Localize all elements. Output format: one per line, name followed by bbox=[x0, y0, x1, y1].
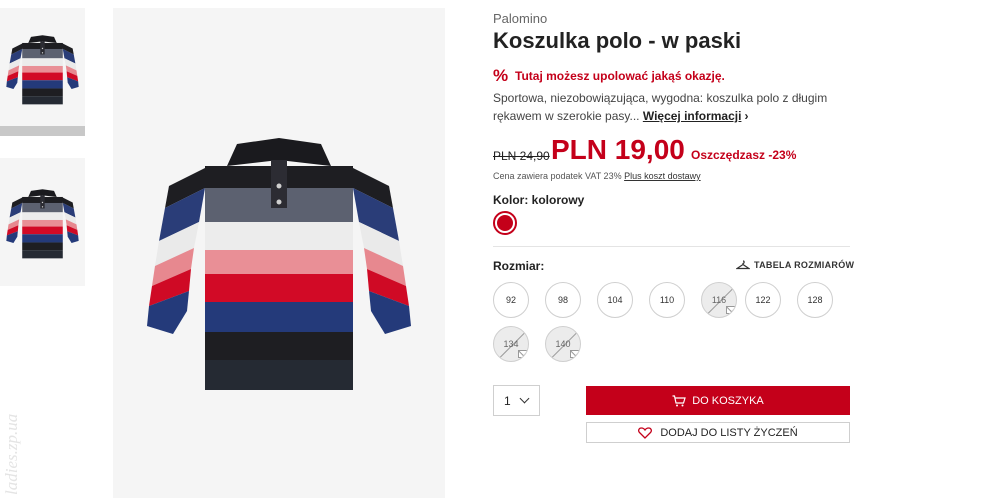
add-to-cart-label: DO KOSZYKA bbox=[692, 394, 764, 407]
shirt-image bbox=[6, 35, 79, 105]
size-value: 140 bbox=[555, 339, 571, 349]
envelope-icon bbox=[570, 350, 580, 358]
size-option-128[interactable]: 128 bbox=[797, 282, 833, 318]
size-option-116-unavailable[interactable]: 116 bbox=[701, 282, 737, 318]
size-option-92[interactable]: 92 bbox=[493, 282, 529, 318]
current-price: PLN 19,00 bbox=[551, 134, 685, 165]
size-value: 110 bbox=[659, 295, 675, 305]
shirt-image bbox=[147, 138, 411, 390]
more-info-link[interactable]: Więcej informacji bbox=[643, 109, 742, 123]
product-brand[interactable]: Palomino bbox=[493, 11, 547, 26]
size-option-134-unavailable[interactable]: 134 bbox=[493, 326, 529, 362]
quantity-value: 1 bbox=[504, 393, 511, 408]
hanger-icon bbox=[736, 260, 750, 270]
deal-text: Tutaj możesz upolować jakąś okazję. bbox=[515, 69, 725, 83]
size-value: 92 bbox=[505, 295, 516, 305]
size-value: 116 bbox=[711, 295, 727, 305]
size-option-140-unavailable[interactable]: 140 bbox=[545, 326, 581, 362]
size-option-122[interactable]: 122 bbox=[745, 282, 781, 318]
color-swatch-kolorowy[interactable] bbox=[493, 211, 517, 235]
size-value: 104 bbox=[607, 295, 623, 305]
size-label: Rozmiar: bbox=[493, 259, 545, 273]
active-thumbnail-indicator bbox=[0, 126, 85, 136]
envelope-icon bbox=[518, 350, 528, 358]
cart-icon bbox=[672, 394, 687, 406]
add-to-wishlist-label: DODAJ DO LISTY ŻYCZEŃ bbox=[660, 426, 798, 439]
product-thumbnail-2[interactable] bbox=[0, 158, 85, 286]
deal-banner: % Tutaj możesz upolować jakąś okazję. bbox=[493, 66, 725, 85]
product-main-image[interactable] bbox=[113, 8, 445, 498]
divider bbox=[493, 246, 850, 247]
heart-icon bbox=[638, 426, 653, 439]
chevron-right-icon: › bbox=[744, 109, 749, 123]
product-description: Sportowa, niezobowiązująca, wygodna: kos… bbox=[493, 89, 855, 125]
chevron-down-icon bbox=[519, 393, 530, 404]
size-option-110[interactable]: 110 bbox=[649, 282, 685, 318]
old-price: PLN 24,90 bbox=[493, 149, 550, 163]
size-value: 122 bbox=[755, 295, 771, 305]
savings-label: Oszczędzasz -23% bbox=[691, 148, 797, 162]
size-value: 134 bbox=[503, 339, 519, 349]
add-to-cart-button[interactable]: DO KOSZYKA bbox=[586, 386, 850, 415]
percent-icon: % bbox=[493, 66, 509, 85]
vat-note: Cena zawiera podatek VAT 23% Plus koszt … bbox=[493, 171, 701, 181]
add-to-wishlist-button[interactable]: DODAJ DO LISTY ŻYCZEŃ bbox=[586, 422, 850, 443]
size-option-104[interactable]: 104 bbox=[597, 282, 633, 318]
size-value: 128 bbox=[807, 295, 823, 305]
size-table-label: TABELA ROZMIARÓW bbox=[754, 260, 855, 270]
color-label: Kolor: kolorowy bbox=[493, 193, 585, 207]
size-table-link[interactable]: TABELA ROZMIARÓW bbox=[736, 260, 854, 270]
shipping-cost-link[interactable]: Plus koszt dostawy bbox=[624, 171, 701, 181]
size-option-98[interactable]: 98 bbox=[545, 282, 581, 318]
watermark: ladies.zp.ua bbox=[2, 413, 21, 495]
size-value: 98 bbox=[557, 295, 568, 305]
product-title: Koszulka polo - w paski bbox=[493, 28, 742, 53]
color-swatch-dot bbox=[497, 215, 513, 231]
quantity-select[interactable]: 1 bbox=[493, 385, 540, 416]
vat-text: Cena zawiera podatek VAT 23% bbox=[493, 171, 622, 181]
shirt-image bbox=[6, 189, 79, 259]
envelope-icon bbox=[726, 306, 736, 314]
product-thumbnail-1[interactable] bbox=[0, 8, 85, 136]
